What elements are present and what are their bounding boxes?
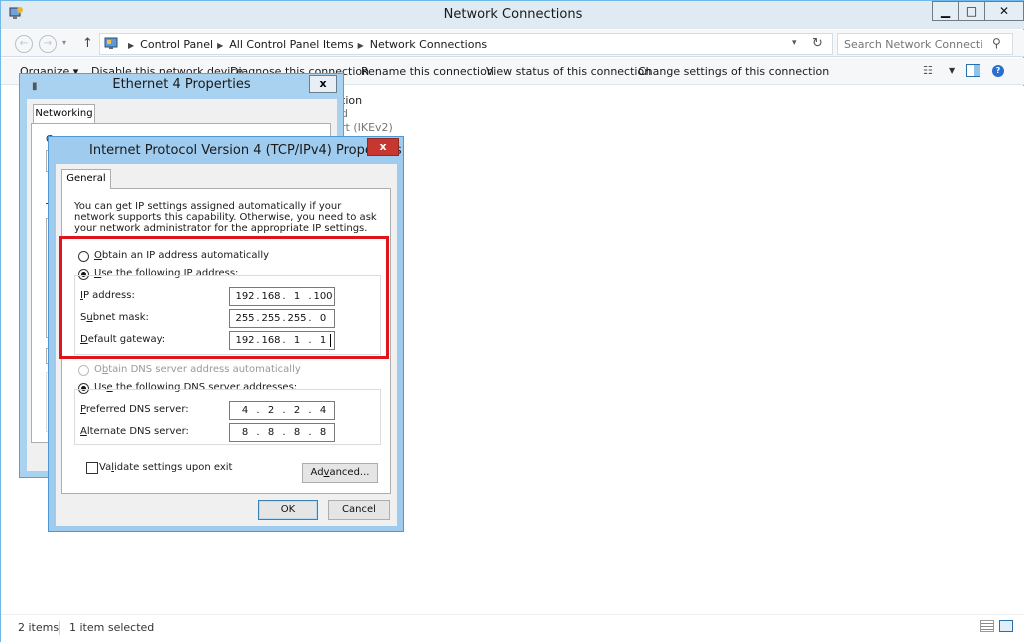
ipv4-close-button[interactable]: x [367, 138, 399, 156]
address-bar[interactable]: ▶ Control Panel ▶ All Control Panel Items ▶ N… [99, 33, 833, 55]
selection-count: 1 item selected [69, 621, 155, 634]
breadcrumb-separator-icon[interactable]: ▶ [128, 41, 134, 50]
validate-settings-text: idate settings upon exit [113, 462, 233, 473]
change-settings-command[interactable]: Change settings of this connection [638, 65, 829, 78]
search-box[interactable]: ⚲ [837, 33, 1013, 55]
control-panel-icon [104, 37, 118, 49]
connection-device-fragment: rt (IKEv2) [341, 121, 393, 134]
adns-octet-3: 8 [293, 427, 301, 438]
intro-text: You can get IP settings assigned automat… [74, 201, 377, 234]
up-icon[interactable]: ↑ [82, 36, 93, 51]
alternate-dns-label: Alternate DNS server: [80, 426, 189, 437]
advanced-prefix: Ad [310, 467, 324, 478]
breadcrumb-control-panel[interactable]: Control Panel [140, 38, 213, 51]
view-status-command[interactable]: View status of this connection [486, 65, 651, 78]
back-icon[interactable]: ← [15, 35, 33, 53]
alternate-dns-field[interactable]: 8 . 8 . 8 . 8 [229, 423, 335, 442]
ok-button[interactable]: OK [258, 500, 318, 520]
breadcrumb: ▶ Control Panel ▶ All Control Panel Items ▶ N… [124, 38, 487, 51]
item-count: 2 items [18, 621, 60, 634]
advanced-button[interactable]: Advanced... [302, 463, 378, 483]
recent-locations-icon[interactable]: ▾ [62, 38, 66, 47]
close-window-button[interactable]: ✕ [984, 1, 1024, 21]
status-divider [59, 621, 60, 635]
breadcrumb-all-items[interactable]: All Control Panel Items [229, 38, 353, 51]
title-bar[interactable]: Network Connections ▁ □ ✕ [1, 1, 1024, 29]
pdns-octet-2: 2 [267, 405, 275, 416]
tab-general[interactable]: General [61, 169, 111, 189]
forward-icon[interactable]: → [39, 35, 57, 53]
view-options-icon[interactable]: ☷ [923, 64, 933, 77]
obtain-dns-auto-label[interactable]: Obtain DNS server address automatically [94, 364, 301, 375]
search-input[interactable] [838, 34, 988, 54]
adns-octet-2: 8 [267, 427, 275, 438]
search-icon[interactable]: ⚲ [992, 36, 1001, 50]
preferred-dns-label: Preferred DNS server: [80, 404, 189, 415]
tiles-view-icon[interactable] [999, 620, 1013, 632]
details-view-icon[interactable] [980, 620, 994, 632]
minimize-button[interactable]: ▁ [932, 1, 959, 21]
ethernet-dialog-title: Ethernet 4 Properties [112, 77, 251, 92]
preview-pane-icon[interactable] [966, 64, 980, 77]
rename-connection-command[interactable]: Rename this connection [361, 65, 494, 78]
validate-settings-label[interactable]: Validate settings upon exit [99, 462, 232, 473]
maximize-button[interactable]: □ [958, 1, 985, 21]
address-dropdown-icon[interactable]: ▾ [792, 38, 797, 48]
adns-octet-1: 8 [241, 427, 249, 438]
breadcrumb-separator-icon[interactable]: ▶ [358, 41, 364, 50]
refresh-icon[interactable]: ↻ [812, 36, 823, 51]
pdns-octet-4: 4 [319, 405, 327, 416]
alternate-dns-label-text: lternate DNS server: [86, 426, 189, 437]
validate-settings-checkbox[interactable] [86, 462, 98, 474]
cancel-button[interactable]: Cancel [328, 500, 390, 520]
ipv4-dialog-title: Internet Protocol Version 4 (TCP/IPv4) P… [89, 143, 402, 158]
breadcrumb-separator-icon[interactable]: ▶ [217, 41, 223, 50]
alternate-dns-accesskey: A [80, 426, 87, 437]
navigation-bar: ← → ▾ ↑ ▶ Control Panel ▶ All Control Panel… [1, 30, 1024, 57]
view-dropdown-icon[interactable]: ▼ [949, 66, 955, 75]
obtain-dns-auto-text: tain DNS server address automatically [108, 364, 301, 375]
obtain-dns-auto-radio[interactable] [78, 365, 89, 376]
connection-name-fragment: tion [341, 94, 363, 107]
tab-networking[interactable]: Networking [33, 104, 95, 124]
status-bar: 2 items 1 item selected [1, 614, 1024, 642]
adns-octet-4: 8 [319, 427, 327, 438]
preferred-dns-label-text: referred DNS server: [85, 404, 189, 415]
window-title: Network Connections [443, 7, 583, 22]
pdns-octet-3: 2 [293, 405, 301, 416]
pdns-octet-1: 4 [241, 405, 249, 416]
highlight-annotation [59, 236, 389, 359]
preferred-dns-field[interactable]: 4 . 2 . 2 . 4 [229, 401, 335, 420]
ethernet-close-button[interactable]: x [309, 75, 337, 93]
obtain-dns-auto-prefix: O [94, 364, 102, 375]
validate-settings-prefix: Va [99, 462, 112, 473]
breadcrumb-network-connections[interactable]: Network Connections [370, 38, 487, 51]
help-icon[interactable]: ? [992, 65, 1004, 77]
advanced-text: anced... [329, 467, 370, 478]
